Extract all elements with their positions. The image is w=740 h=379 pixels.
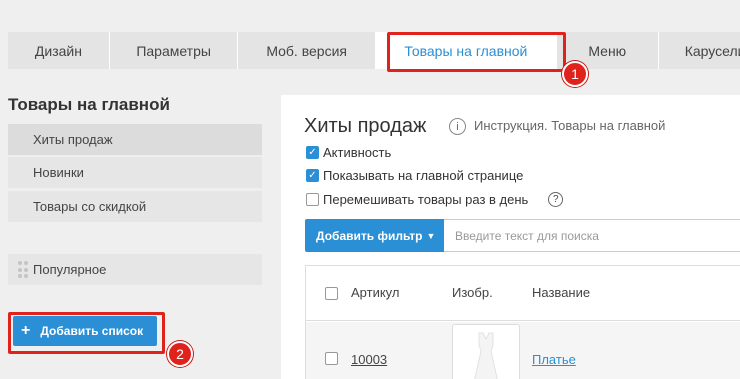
main-panel: Хиты продаж i Инструкция. Товары на глав… <box>281 95 740 379</box>
sidebar-item-new[interactable]: Новинки <box>8 157 262 188</box>
tab-params[interactable]: Параметры <box>109 32 239 69</box>
page-title: Хиты продаж <box>304 115 427 137</box>
tab-mobile-version[interactable]: Моб. версия <box>238 32 376 69</box>
checkbox-unchecked-icon[interactable] <box>306 193 319 206</box>
column-header-name[interactable]: Название <box>532 285 590 300</box>
tab-carousels[interactable]: Карусели <box>658 32 740 69</box>
info-icon[interactable]: i <box>449 118 466 135</box>
step-badge-2: 2 <box>167 341 193 367</box>
product-thumbnail <box>452 324 520 379</box>
active-label: Активность <box>323 145 392 160</box>
sidebar-item-bestsellers[interactable]: Хиты продаж <box>8 124 262 155</box>
column-header-image: Изобр. <box>452 285 493 300</box>
row-name-link[interactable]: Платье <box>532 352 576 367</box>
search-input[interactable] <box>444 219 740 252</box>
highlight-frame-tab <box>387 32 566 72</box>
show-home-checkbox-row[interactable]: ✓ Показывать на главной странице <box>306 168 523 183</box>
show-home-label: Показывать на главной странице <box>323 168 524 183</box>
row-checkbox[interactable] <box>325 352 338 365</box>
checkbox-checked-icon[interactable]: ✓ <box>306 169 319 182</box>
shuffle-checkbox-row[interactable]: Перемешивать товары раз в день ? <box>306 192 564 207</box>
shuffle-label: Перемешивать товары раз в день <box>323 192 529 207</box>
sidebar-item-label: Популярное <box>33 262 107 277</box>
sidebar-title: Товары на главной <box>8 95 170 114</box>
active-checkbox-row[interactable]: ✓ Активность <box>306 145 391 160</box>
tab-design[interactable]: Дизайн <box>8 32 110 69</box>
column-header-sku[interactable]: Артикул <box>351 285 399 300</box>
step-badge-1: 1 <box>562 61 588 87</box>
instruction-link[interactable]: Инструкция. Товары на главной <box>474 118 665 133</box>
table-row: 10003 Платье <box>306 322 740 379</box>
products-table: Артикул Изобр. Название 10003 Платье <box>305 265 740 379</box>
checkbox-checked-icon[interactable]: ✓ <box>306 146 319 159</box>
sidebar-item-discount[interactable]: Товары со скидкой <box>8 191 262 222</box>
help-icon[interactable]: ? <box>548 192 564 207</box>
sidebar-item-popular[interactable]: Популярное <box>8 254 262 285</box>
table-header: Артикул Изобр. Название <box>306 266 740 321</box>
add-filter-button[interactable]: Добавить фильтр ▼ <box>305 219 444 252</box>
add-filter-label: Добавить фильтр <box>316 228 423 243</box>
settings-tabs: Дизайн Параметры Моб. версия Товары на г… <box>8 32 740 69</box>
dress-image-icon <box>474 332 498 379</box>
caret-down-icon: ▼ <box>426 230 436 241</box>
row-sku-link[interactable]: 10003 <box>351 352 387 367</box>
highlight-frame-add <box>8 312 165 354</box>
drag-handle-icon[interactable] <box>18 261 28 279</box>
select-all-checkbox[interactable] <box>325 287 338 300</box>
